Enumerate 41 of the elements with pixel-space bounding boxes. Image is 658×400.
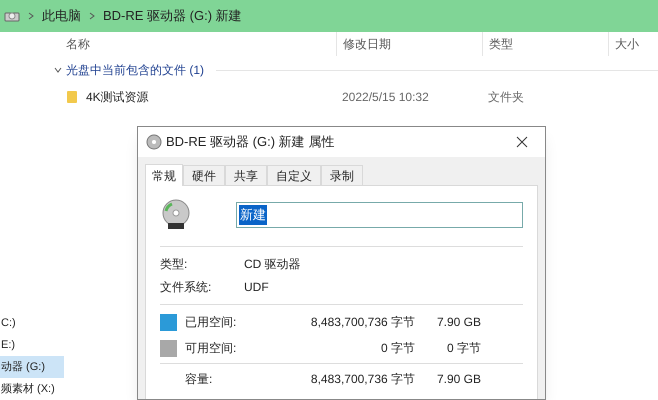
field-label: 已用空间: (185, 314, 238, 331)
sidebar-item[interactable]: 频素材 (X:) (0, 378, 64, 400)
breadcrumb[interactable]: 此电脑 (42, 6, 81, 26)
folder-icon (66, 90, 78, 104)
field-value: CD 驱动器 (244, 256, 301, 273)
field-label: 可用空间: (185, 340, 238, 357)
sidebar-item[interactable]: E:) (0, 334, 64, 356)
field-label: 类型: (160, 256, 188, 273)
byte-count: 0 字节 (380, 340, 415, 357)
sidebar-item[interactable]: 动器 (G:) (0, 356, 64, 378)
column-header[interactable]: 修改日期 (336, 32, 482, 56)
chevron-icon (89, 12, 95, 20)
dialog-title: BD-RE 驱动器 (G:) 新建 属性 (166, 133, 336, 152)
field-value: UDF (244, 279, 269, 296)
size-value: 0 字节 (446, 340, 481, 357)
column-header[interactable]: 名称 (48, 32, 336, 56)
byte-count: 8,483,700,736 字节 (310, 371, 415, 388)
column-header[interactable]: 大小 (608, 32, 658, 56)
column-header[interactable]: 类型 (482, 32, 608, 56)
field-label: 容量: (184, 371, 214, 388)
tab[interactable]: 硬件 (183, 165, 225, 185)
tab[interactable]: 录制 (321, 165, 363, 185)
group-header[interactable]: 光盘中当前包含的文件 (1) (66, 61, 204, 79)
tab[interactable]: 共享 (225, 165, 267, 185)
breadcrumb[interactable]: BD-RE 驱动器 (G:) 新建 (103, 6, 242, 26)
sidebar-item[interactable]: C:) (0, 312, 64, 334)
file-name[interactable]: 4K测试资源 (86, 88, 149, 106)
disc-icon (146, 134, 162, 150)
file-date: 2022/5/15 10:32 (341, 89, 430, 106)
byte-count: 8,483,700,736 字节 (310, 314, 415, 331)
name-field[interactable]: 新建 (236, 202, 523, 228)
tab[interactable]: 自定义 (267, 165, 321, 185)
chevron-icon (28, 12, 34, 20)
disc-drive-icon (160, 199, 192, 231)
size-value: 7.90 GB (436, 371, 481, 388)
file-type: 文件夹 (487, 89, 524, 106)
tab[interactable]: 常规 (145, 164, 183, 186)
close-icon (516, 136, 528, 148)
field-label: 文件系统: (160, 279, 212, 296)
chevron-icon[interactable] (54, 67, 62, 73)
size-value: 7.90 GB (436, 314, 481, 331)
